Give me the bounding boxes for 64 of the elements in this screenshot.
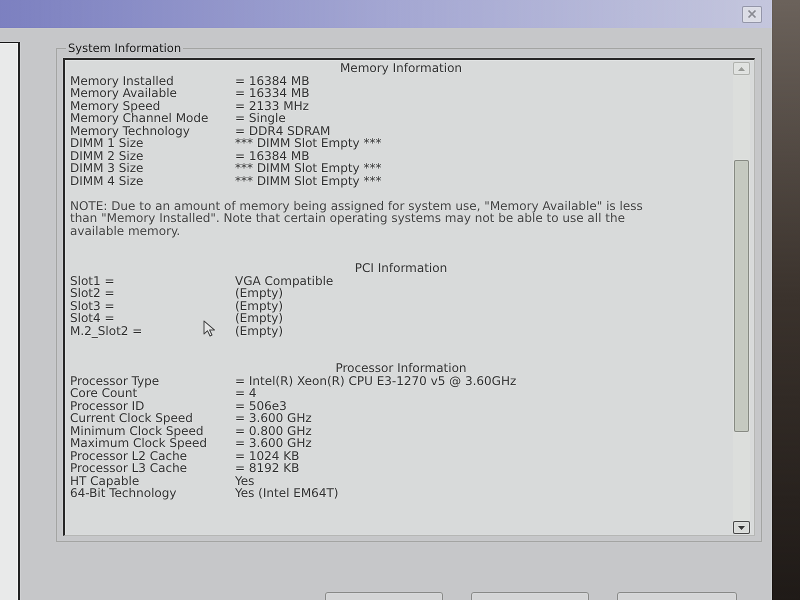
info-label: Slot4 = — [70, 311, 115, 325]
note-text: NOTE: Due to an amount of memory being assigned for system use, "Memory Available" is less than "Memory Installed". Note that certain operating systems may not be able to use all the available memory. — [70, 200, 644, 237]
info-value: *** DIMM Slot Empty *** — [235, 174, 382, 187]
info-label: 64-Bit Technology — [70, 486, 176, 500]
info-label: DIMM 1 Size — [70, 136, 144, 150]
info-value: (Empty) — [235, 312, 284, 324]
caret-down-icon — [738, 526, 745, 530]
info-label: Processor Type — [70, 374, 160, 388]
info-value: = 1024 KB — [235, 450, 300, 462]
info-label: Minimum Clock Speed — [70, 424, 204, 438]
scrollbar-thumb[interactable] — [734, 160, 749, 432]
info-label: Maximum Clock Speed — [70, 436, 207, 450]
scroll-up-button[interactable] — [733, 62, 750, 75]
scroll-down-button[interactable] — [733, 521, 750, 534]
info-value: = DDR4 SDRAM — [235, 124, 330, 137]
info-value: = 8192 KB — [235, 462, 300, 474]
info-label: Slot3 = — [70, 298, 115, 312]
info-label: Memory Technology — [70, 124, 190, 138]
info-label: Processor L2 Cache — [70, 448, 188, 462]
info-label: Memory Speed — [70, 98, 160, 112]
info-label: Memory Channel Mode — [70, 111, 208, 125]
info-label: DIMM 4 Size — [70, 174, 144, 188]
info-value: = 3.600 GHz — [235, 437, 312, 450]
info-value: = 16384 MB — [235, 150, 310, 162]
info-label: Core Count — [70, 386, 138, 400]
info-value: (Empty) — [235, 300, 284, 312]
dialog-button[interactable] — [471, 592, 589, 600]
info-value: = 506e3 — [235, 400, 287, 412]
info-label: Current Clock Speed — [70, 411, 193, 425]
section-heading: Processor Information — [334, 362, 468, 374]
info-value: = 0.800 GHz — [235, 424, 312, 437]
info-value: = 16334 MB — [235, 87, 310, 100]
info-value: = 4 — [235, 387, 257, 400]
mouse-pointer-icon — [203, 320, 216, 337]
info-value: *** DIMM Slot Empty *** — [235, 162, 382, 174]
info-label: Slot1 = — [70, 274, 115, 288]
info-label: Memory Installed — [70, 74, 174, 88]
info-value: *** DIMM Slot Empty *** — [235, 137, 382, 150]
dialog-button[interactable] — [617, 592, 737, 600]
info-value: = Intel(R) Xeon(R) CPU E3-1270 v5 @ 3.60GHz — [235, 374, 516, 387]
close-icon — [748, 10, 756, 18]
dialog-button[interactable] — [325, 592, 443, 600]
info-value: VGA Compatible — [235, 274, 334, 287]
group-title: System Information — [67, 42, 182, 55]
info-label: DIMM 2 Size — [70, 148, 144, 162]
info-value: (Empty) — [235, 287, 284, 300]
caret-up-icon — [738, 66, 745, 70]
info-value: = Single — [235, 112, 286, 124]
section-heading: PCI Information — [354, 262, 448, 274]
section-heading: Memory Information — [338, 62, 464, 74]
info-label: Processor ID — [70, 398, 144, 412]
info-value: Yes (Intel EM64T) — [235, 487, 338, 500]
info-label: Processor L3 Cache — [70, 461, 188, 475]
info-label: Slot2 = — [70, 286, 115, 300]
info-label: M.2_Slot2 = — [70, 324, 142, 338]
info-label: Memory Available — [70, 86, 177, 100]
info-label: DIMM 3 Size — [70, 161, 144, 175]
info-value: = 3.600 GHz — [235, 412, 312, 424]
info-value: (Empty) — [235, 324, 284, 337]
info-value: = 16384 MB — [235, 74, 310, 87]
info-value: Yes — [235, 474, 254, 487]
close-button[interactable] — [742, 6, 762, 22]
info-value: = 2133 MHz — [235, 100, 309, 112]
info-label: HT Capable — [70, 474, 140, 488]
